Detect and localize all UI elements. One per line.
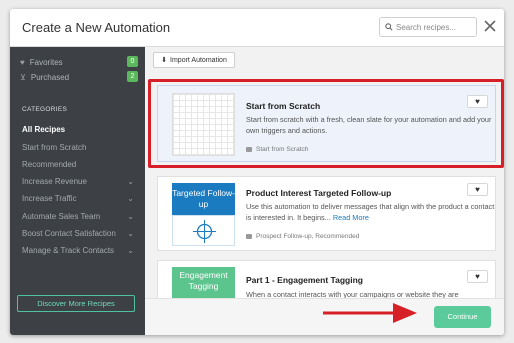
sidebar-item-increase-revenue[interactable]: Increase Revenue ⌄	[22, 175, 134, 189]
chevron-down-icon: ⌄	[127, 212, 134, 221]
close-icon[interactable]	[482, 18, 498, 34]
category-label: Automate Sales Team	[22, 212, 101, 221]
download-icon: ⬇	[161, 57, 168, 64]
create-automation-dialog: Create a New Automation ♥ Favorites 0 ⊻ …	[10, 9, 504, 335]
sidebar-item-recommended[interactable]: Recommended	[22, 158, 134, 172]
favorite-button[interactable]: ♥	[467, 270, 488, 283]
category-label: Start from Scratch	[22, 143, 87, 152]
sidebar-item-purchased[interactable]: ⊻ Purchased 2	[20, 71, 138, 83]
recipe-description: Use this automation to deliver messages …	[246, 202, 496, 223]
recipe-description-text: Use this automation to deliver messages …	[246, 202, 495, 222]
heart-icon: ♥	[475, 97, 480, 106]
import-label: Import Automation	[170, 56, 227, 64]
target-icon	[193, 220, 216, 243]
chevron-down-icon: ⌄	[127, 177, 134, 186]
recipe-thumbnail: Targeted Follow-up	[172, 183, 235, 246]
search-input[interactable]	[396, 22, 476, 32]
recipe-tag-label: Prospect Follow-up, Recommended	[256, 233, 360, 240]
dialog-title: Create a New Automation	[22, 20, 171, 35]
purchased-label: Purchased	[30, 72, 70, 82]
heart-icon: ♥	[20, 57, 25, 67]
tag-icon	[246, 147, 252, 152]
recipe-description: Start from scratch with a fresh, clean s…	[246, 115, 492, 135]
favorite-button[interactable]: ♥	[467, 95, 488, 108]
chevron-down-icon: ⌄	[127, 194, 134, 203]
recipe-title: Product Interest Targeted Follow-up	[246, 188, 392, 198]
recipe-title: Start from Scratch	[246, 101, 321, 111]
category-label: Recommended	[22, 160, 77, 169]
discover-more-recipes-button[interactable]: Discover More Recipes	[17, 295, 135, 312]
thumbnail-text: Engagement Tagging	[179, 270, 228, 291]
favorites-label: Favorites	[29, 57, 63, 67]
category-label: Increase Revenue	[22, 177, 87, 186]
sidebar-item-increase-traffic[interactable]: Increase Traffic ⌄	[22, 192, 134, 206]
dialog-header: Create a New Automation	[10, 9, 504, 47]
red-arrow-annotation	[323, 303, 417, 323]
purchased-count-badge: 2	[127, 71, 138, 82]
sidebar: ♥ Favorites 0 ⊻ Purchased 2 CATEGORIES A…	[10, 47, 145, 335]
chevron-down-icon: ⌄	[127, 246, 134, 255]
recipe-card-start-from-scratch[interactable]: Start from Scratch Start from scratch wi…	[157, 85, 496, 162]
search-box[interactable]	[379, 17, 477, 37]
heart-icon: ♥	[475, 272, 480, 281]
cart-icon: ⊻	[20, 72, 26, 82]
continue-button[interactable]: Continue	[434, 306, 491, 328]
thumbnail-text: Targeted Follow-up	[172, 188, 235, 209]
recipe-tag: Start from Scratch	[246, 146, 308, 153]
recipe-card-product-interest[interactable]: Targeted Follow-up Product Interest Targ…	[157, 176, 496, 251]
recipe-thumbnail	[172, 93, 235, 156]
favorite-button[interactable]: ♥	[467, 183, 488, 196]
sidebar-item-manage-track-contacts[interactable]: Manage & Track Contacts ⌄	[22, 244, 134, 258]
sidebar-item-automate-sales-team[interactable]: Automate Sales Team ⌄	[22, 210, 134, 224]
recipe-tag: Prospect Follow-up, Recommended	[246, 233, 359, 240]
search-icon	[385, 23, 393, 31]
import-automation-button[interactable]: ⬇ Import Automation	[153, 52, 235, 68]
sidebar-item-boost-contact-satisfaction[interactable]: Boost Contact Satisfaction ⌄	[22, 227, 134, 241]
chevron-down-icon: ⌄	[127, 229, 134, 238]
sidebar-item-start-from-scratch[interactable]: Start from Scratch	[22, 141, 134, 155]
read-more-link[interactable]: Read More	[333, 213, 369, 222]
sidebar-item-favorites[interactable]: ♥ Favorites 0	[20, 56, 138, 68]
favorites-count-badge: 0	[127, 56, 138, 67]
category-label: All Recipes	[22, 125, 66, 134]
heart-icon: ♥	[475, 185, 480, 194]
recipes-panel: ⬇ Import Automation Start from Scratch S…	[145, 47, 504, 335]
recipe-tag-label: Start from Scratch	[256, 146, 309, 153]
category-label: Increase Traffic	[22, 194, 77, 203]
sidebar-item-all-recipes[interactable]: All Recipes	[22, 123, 134, 137]
recipe-title: Part 1 - Engagement Tagging	[246, 275, 363, 285]
thumbnail-target-area	[172, 215, 235, 246]
category-label: Boost Contact Satisfaction	[22, 229, 116, 238]
category-label: Manage & Track Contacts	[22, 246, 115, 255]
categories-heading: CATEGORIES	[22, 106, 68, 113]
tag-icon	[246, 234, 252, 239]
